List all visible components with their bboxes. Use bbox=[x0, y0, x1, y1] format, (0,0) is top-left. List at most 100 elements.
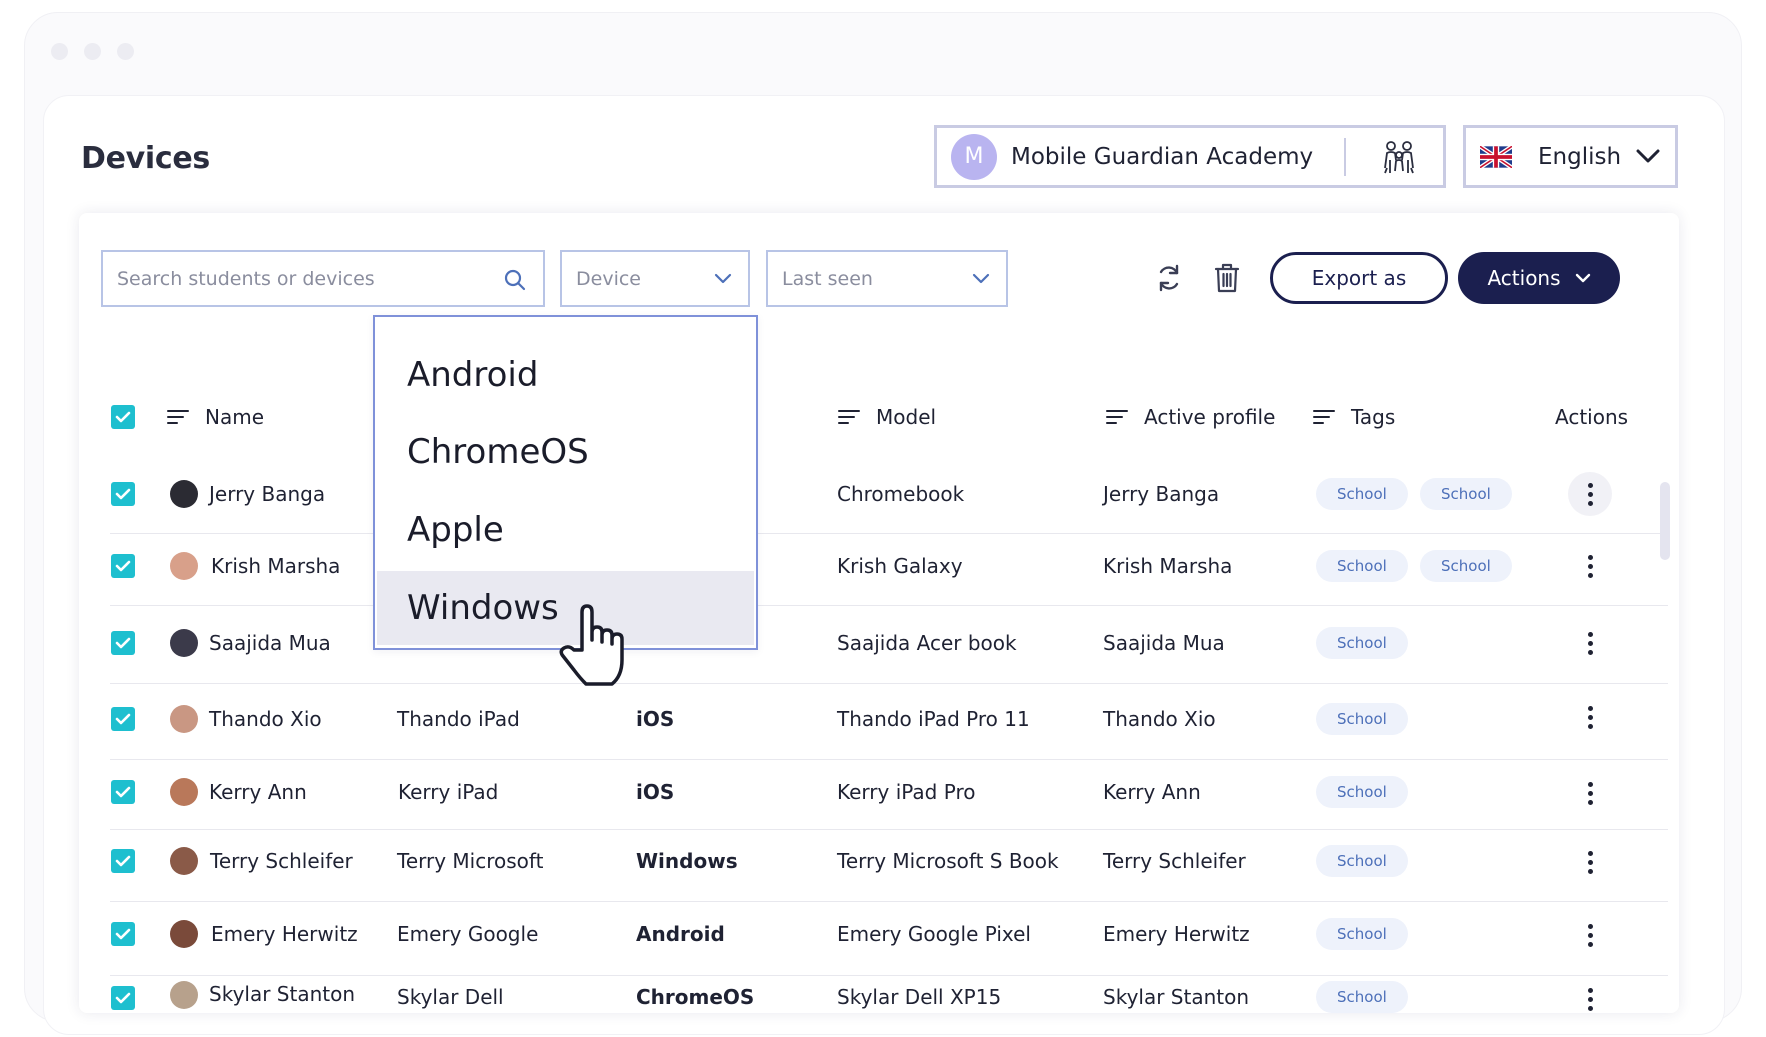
row-checkbox[interactable] bbox=[111, 986, 135, 1010]
table-row[interactable]: Emery Herwitz Emery Google Android Emery… bbox=[0, 903, 1766, 976]
device-name: Thando iPad bbox=[397, 707, 520, 731]
uk-flag-icon bbox=[1480, 145, 1512, 168]
device-filter-select[interactable]: Device bbox=[560, 250, 750, 307]
tag-badge[interactable]: School bbox=[1316, 703, 1408, 735]
device-model: Krish Galaxy bbox=[837, 554, 963, 578]
row-more-menu-icon[interactable] bbox=[1568, 771, 1612, 815]
column-header-active-profile-label: Active profile bbox=[1144, 405, 1276, 429]
family-icon[interactable] bbox=[1381, 140, 1417, 174]
dropdown-option-android[interactable]: Android bbox=[377, 338, 754, 412]
school-divider bbox=[1344, 138, 1346, 176]
device-model: Terry Microsoft S Book bbox=[837, 849, 1059, 873]
device-filter-dropdown: Android ChromeOS Apple Windows bbox=[373, 315, 758, 650]
device-model: Emery Google Pixel bbox=[837, 922, 1031, 946]
chevron-down-icon bbox=[714, 273, 732, 284]
column-header-model-label: Model bbox=[876, 405, 937, 429]
tag-badge[interactable]: School bbox=[1316, 550, 1408, 582]
sort-icon bbox=[1313, 410, 1335, 424]
device-name: Emery Google bbox=[397, 922, 539, 946]
table-row[interactable]: Skylar Stanton Skylar Dell ChromeOS Skyl… bbox=[0, 977, 1766, 1037]
row-divider bbox=[110, 533, 1668, 534]
row-checkbox[interactable] bbox=[111, 631, 135, 655]
last-seen-filter-select[interactable]: Last seen bbox=[766, 250, 1008, 307]
device-os: ChromeOS bbox=[636, 985, 755, 1009]
actions-button[interactable]: Actions bbox=[1458, 252, 1620, 304]
student-name: Kerry Ann bbox=[209, 780, 307, 804]
column-header-name[interactable]: Name bbox=[167, 405, 264, 429]
column-header-actions-label: Actions bbox=[1555, 405, 1629, 429]
refresh-icon[interactable] bbox=[1155, 263, 1183, 293]
table-row[interactable]: Terry Schleifer Terry Microsoft Windows … bbox=[0, 831, 1766, 902]
window-maximize-dot[interactable] bbox=[117, 43, 134, 60]
row-checkbox[interactable] bbox=[111, 780, 135, 804]
device-name: Skylar Dell bbox=[397, 985, 504, 1009]
chevron-down-icon bbox=[1575, 273, 1590, 283]
active-profile: Saajida Mua bbox=[1103, 631, 1225, 655]
student-name: Terry Schleifer bbox=[210, 849, 353, 873]
row-more-menu-icon[interactable] bbox=[1568, 977, 1612, 1021]
tag-badge[interactable]: School bbox=[1316, 478, 1408, 510]
avatar bbox=[170, 480, 198, 508]
row-checkbox[interactable] bbox=[111, 849, 135, 873]
row-more-menu-icon[interactable] bbox=[1568, 472, 1612, 516]
sort-icon bbox=[1106, 410, 1128, 424]
chevron-down-icon bbox=[1636, 149, 1660, 163]
device-model: Skylar Dell XP15 bbox=[837, 985, 1002, 1009]
row-more-menu-icon[interactable] bbox=[1568, 544, 1612, 588]
row-checkbox[interactable] bbox=[111, 482, 135, 506]
table-scrollbar[interactable] bbox=[1660, 482, 1670, 560]
trash-icon[interactable] bbox=[1214, 263, 1240, 293]
school-avatar: M bbox=[951, 133, 997, 180]
search-box[interactable] bbox=[101, 250, 545, 307]
search-input[interactable] bbox=[117, 267, 487, 290]
dropdown-option-apple[interactable]: Apple bbox=[377, 493, 754, 567]
search-icon[interactable] bbox=[503, 268, 527, 292]
sort-icon bbox=[167, 410, 189, 424]
active-profile: Skylar Stanton bbox=[1103, 985, 1250, 1009]
row-more-menu-icon[interactable] bbox=[1568, 621, 1612, 665]
tag-badge[interactable]: School bbox=[1316, 845, 1408, 877]
column-header-actions: Actions bbox=[1555, 405, 1628, 429]
row-more-menu-icon[interactable] bbox=[1568, 695, 1612, 739]
active-profile: Jerry Banga bbox=[1103, 482, 1220, 506]
school-selector[interactable]: M Mobile Guardian Academy bbox=[934, 125, 1446, 188]
row-more-menu-icon[interactable] bbox=[1568, 913, 1612, 957]
dropdown-option-chromeos[interactable]: ChromeOS bbox=[377, 415, 754, 489]
active-profile: Thando Xio bbox=[1103, 707, 1216, 731]
table-row[interactable]: Krish Marsha Krish Galaxy Krish Marsha S… bbox=[0, 535, 1766, 606]
table-row[interactable]: Thando Xio Thando iPad iOS Thando iPad P… bbox=[0, 685, 1766, 760]
row-checkbox[interactable] bbox=[111, 922, 135, 946]
table-row[interactable]: Kerry Ann Kerry iPad iOS Kerry iPad Pro … bbox=[0, 761, 1766, 830]
school-name: Mobile Guardian Academy bbox=[1011, 143, 1314, 170]
row-checkbox[interactable] bbox=[111, 554, 135, 578]
row-divider bbox=[110, 901, 1668, 902]
device-os: iOS bbox=[636, 780, 675, 804]
export-as-button[interactable]: Export as bbox=[1270, 252, 1448, 304]
row-checkbox[interactable] bbox=[111, 707, 135, 731]
avatar bbox=[170, 629, 198, 657]
tag-badge[interactable]: School bbox=[1316, 776, 1408, 808]
tag-badge[interactable]: School bbox=[1316, 918, 1408, 950]
tag-badge[interactable]: School bbox=[1316, 627, 1408, 659]
language-selector[interactable]: English bbox=[1463, 125, 1678, 188]
row-divider bbox=[110, 829, 1668, 830]
window-minimize-dot[interactable] bbox=[84, 43, 101, 60]
row-divider bbox=[110, 975, 1668, 976]
column-header-tags[interactable]: Tags bbox=[1313, 405, 1395, 429]
avatar bbox=[170, 920, 198, 948]
row-divider bbox=[110, 683, 1668, 684]
table-row[interactable]: Jerry Banga Chromebook Jerry Banga Schoo… bbox=[0, 465, 1766, 534]
column-header-active-profile[interactable]: Active profile bbox=[1106, 405, 1275, 429]
tag-badge[interactable]: School bbox=[1420, 550, 1512, 582]
window-close-dot[interactable] bbox=[51, 43, 68, 60]
column-header-model[interactable]: Model bbox=[838, 405, 936, 429]
select-all-checkbox[interactable] bbox=[111, 405, 135, 429]
device-name: Kerry iPad bbox=[398, 780, 499, 804]
device-os: Windows bbox=[636, 849, 738, 873]
tag-badge[interactable]: School bbox=[1316, 981, 1408, 1013]
table-row[interactable]: Saajida Mua Saajida Acer book Saajida Mu… bbox=[0, 607, 1766, 684]
active-profile: Krish Marsha bbox=[1103, 554, 1233, 578]
student-name: Jerry Banga bbox=[209, 482, 326, 506]
row-more-menu-icon[interactable] bbox=[1568, 840, 1612, 884]
tag-badge[interactable]: School bbox=[1420, 478, 1512, 510]
